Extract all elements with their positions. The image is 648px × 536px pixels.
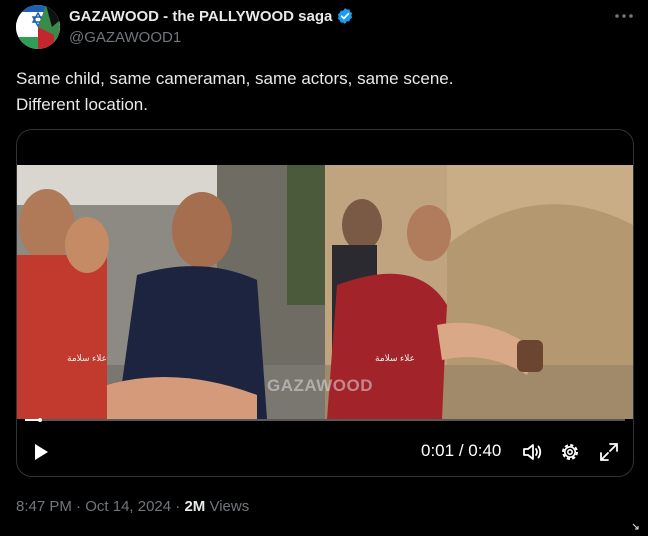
tweet-text: Same child, same cameraman, same actors,… — [16, 66, 626, 118]
views-count: 2M — [184, 498, 206, 515]
post-date[interactable]: Oct 14, 2024 — [85, 498, 171, 515]
tweet-meta: 8:47 PM · Oct 14, 2024 · 2M Views — [16, 498, 249, 515]
play-icon[interactable] — [31, 442, 51, 462]
video-progress-knob[interactable] — [38, 418, 42, 422]
verified-badge-icon[interactable] — [336, 7, 354, 25]
handle[interactable]: @GAZAWOOD1 — [69, 29, 181, 46]
video-time: 0:01 / 0:40 — [421, 441, 501, 461]
display-name[interactable]: GAZAWOOD - the PALLYWOOD saga — [69, 8, 332, 25]
tweet-line-1: Same child, same cameraman, same actors,… — [16, 69, 454, 88]
meta-separator: · — [175, 498, 181, 515]
current-time: 0:01 — [421, 441, 455, 460]
resize-handle-icon — [632, 518, 640, 530]
tweet-line-2: Different location. — [16, 95, 148, 114]
time-separator: / — [458, 441, 464, 460]
video-caption-right: علاء سلامة — [375, 353, 416, 363]
avatar-flag-image — [16, 5, 60, 49]
fullscreen-icon[interactable] — [598, 441, 620, 463]
video-caption-left: علاء سلامة — [67, 353, 108, 363]
gear-icon[interactable] — [559, 441, 581, 463]
avatar[interactable] — [16, 5, 60, 49]
meta-separator: · — [76, 498, 82, 515]
post-time[interactable]: 8:47 PM — [16, 498, 72, 515]
more-icon[interactable] — [613, 6, 635, 26]
video-frame[interactable]: علاء سلامة علاء سلامة GAZAWOOD — [17, 165, 633, 419]
video-player[interactable]: علاء سلامة علاء سلامة GAZAWOOD 0:01 / 0:… — [16, 129, 634, 477]
duration: 0:40 — [468, 441, 502, 460]
views-label: Views — [209, 498, 250, 515]
video-progress-bar[interactable] — [25, 418, 625, 422]
volume-icon[interactable] — [521, 441, 543, 463]
video-watermark: GAZAWOOD — [267, 376, 373, 395]
